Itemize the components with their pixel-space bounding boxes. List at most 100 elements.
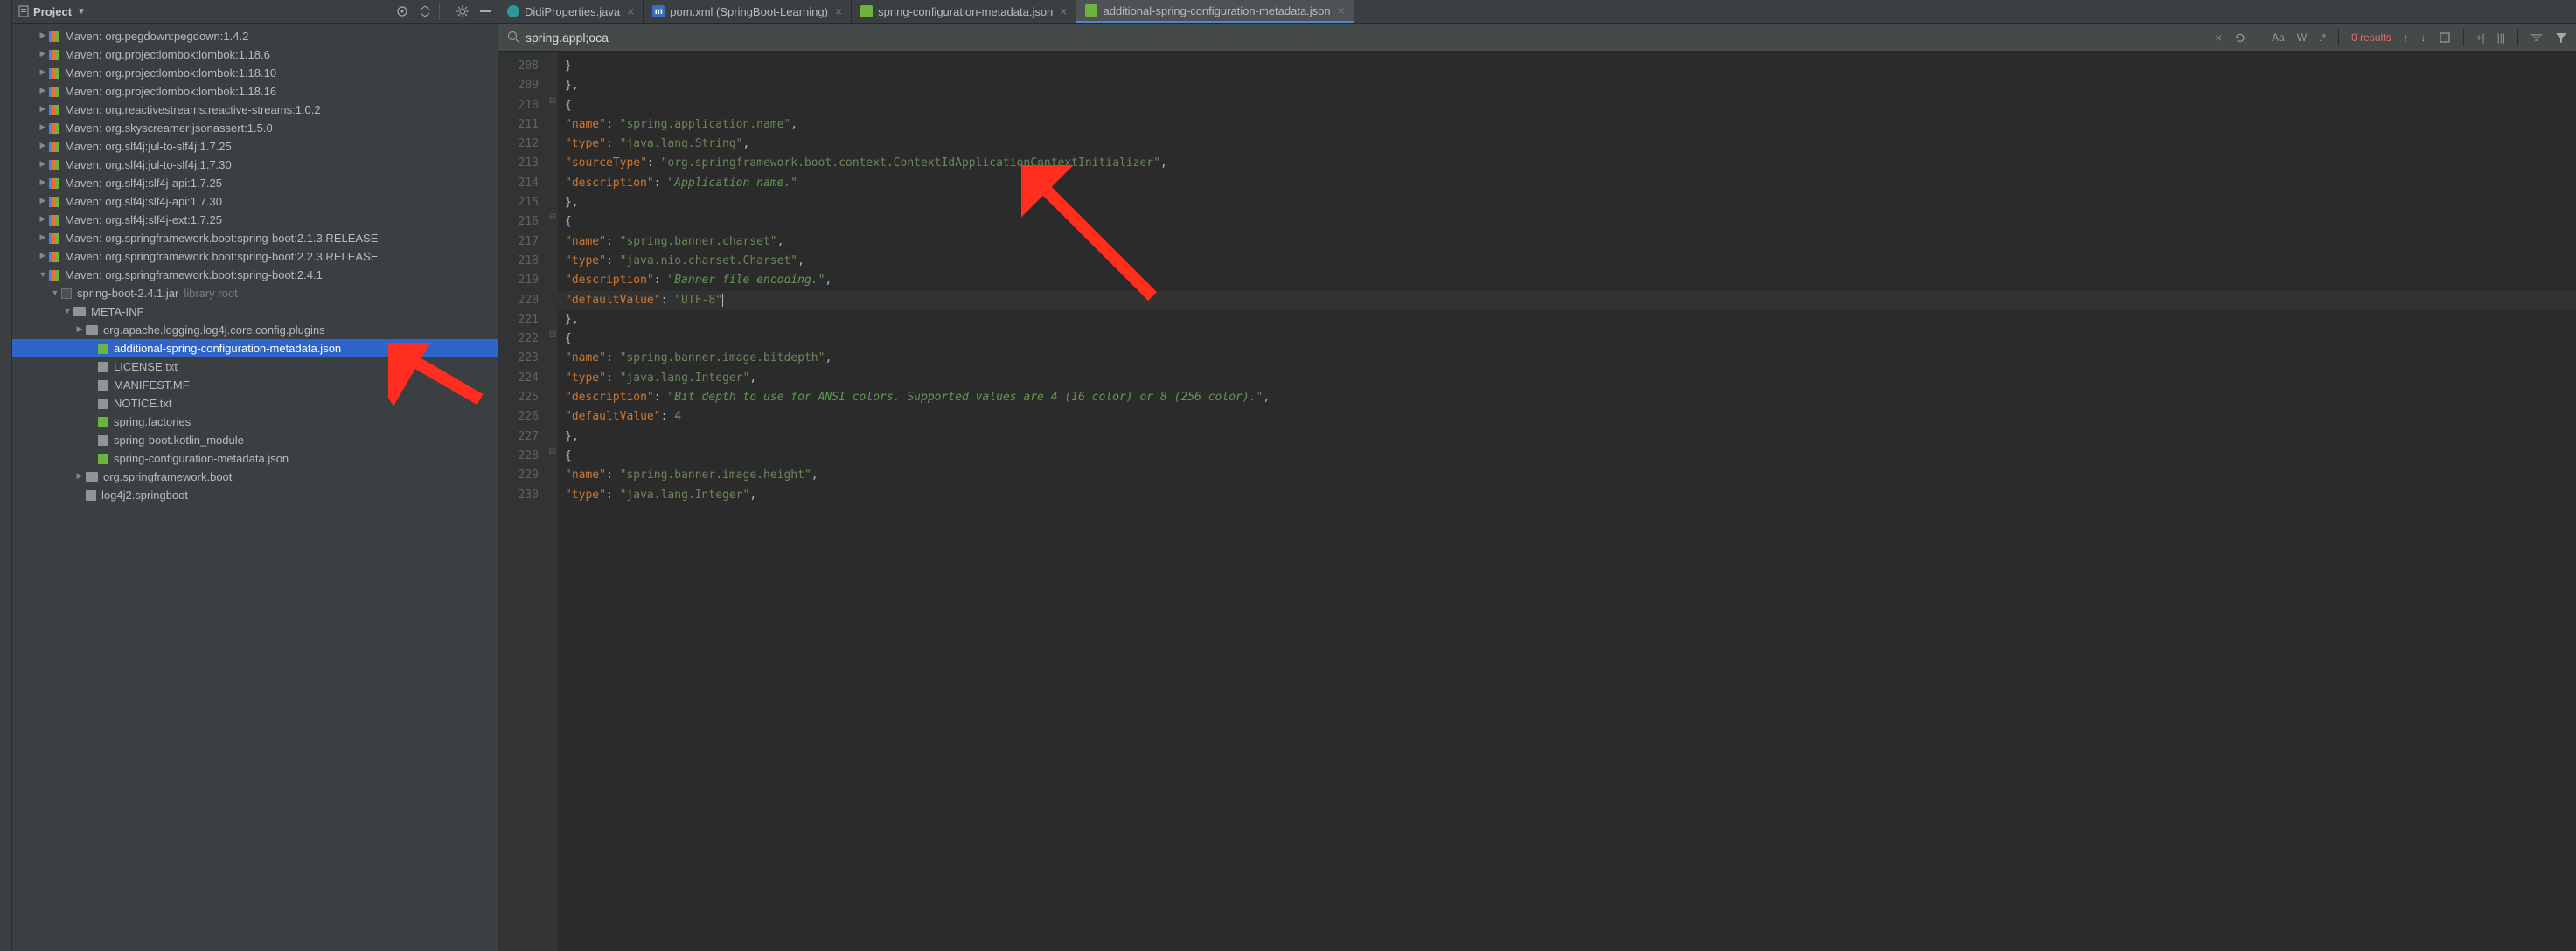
tree-row[interactable]: Maven: org.projectlombok:lombok:1.18.10 [12, 64, 498, 82]
hide-icon[interactable] [478, 4, 492, 18]
expand-arrow-icon[interactable] [37, 270, 49, 279]
tree-row[interactable]: spring-boot.kotlin_module [12, 431, 498, 449]
line-number[interactable]: 210 [498, 96, 539, 115]
tree-row[interactable]: Maven: org.springframework.boot:spring-b… [12, 247, 498, 266]
code-line[interactable]: { [558, 447, 2576, 466]
editor-tab[interactable]: mpom.xml (SpringBoot-Learning)× [644, 0, 852, 23]
expand-arrow-icon[interactable] [37, 159, 49, 169]
expand-arrow-icon[interactable] [37, 141, 49, 150]
line-number[interactable]: 218 [498, 252, 539, 271]
close-tab-icon[interactable]: × [1338, 3, 1345, 17]
code-line[interactable]: { [558, 330, 2576, 349]
line-number[interactable]: 209 [498, 76, 539, 95]
line-number[interactable]: 212 [498, 135, 539, 154]
code-line[interactable]: "name": "spring.application.name", [558, 115, 2576, 135]
line-number[interactable]: 216 [498, 212, 539, 232]
panel-title[interactable]: Project [33, 5, 72, 18]
code-line[interactable]: "name": "spring.banner.charset", [558, 233, 2576, 252]
tree-row[interactable]: Maven: org.slf4j:slf4j-api:1.7.30 [12, 192, 498, 211]
tree-row[interactable]: Maven: org.skyscreamer:jsonassert:1.5.0 [12, 119, 498, 137]
chevron-down-icon[interactable]: ▼ [77, 7, 86, 17]
code-line[interactable]: }, [558, 310, 2576, 330]
line-number[interactable]: 217 [498, 233, 539, 252]
expand-all-icon[interactable] [418, 4, 432, 18]
tree-row[interactable]: Maven: org.slf4j:slf4j-api:1.7.25 [12, 174, 498, 192]
tree-row[interactable]: Maven: org.springframework.boot:spring-b… [12, 229, 498, 247]
code-line[interactable]: "type": "java.lang.Integer", [558, 486, 2576, 505]
code-line[interactable]: { [558, 96, 2576, 115]
tree-row[interactable]: spring-configuration-metadata.json [12, 449, 498, 468]
expand-arrow-icon[interactable] [37, 214, 49, 224]
tree-row[interactable]: spring.factories [12, 413, 498, 431]
editor-tab[interactable]: DidiProperties.java× [498, 0, 644, 23]
tree-row[interactable]: Maven: org.slf4j:slf4j-ext:1.7.25 [12, 211, 498, 229]
line-number[interactable]: 229 [498, 466, 539, 485]
line-number[interactable]: 225 [498, 388, 539, 407]
tree-row[interactable]: Maven: org.reactivestreams:reactive-stre… [12, 101, 498, 119]
code-line[interactable]: "defaultValue": 4 [558, 407, 2576, 427]
expand-arrow-icon[interactable] [37, 49, 49, 59]
line-number[interactable]: 227 [498, 427, 539, 447]
editor-tab[interactable]: additional-spring-configuration-metadata… [1076, 0, 1354, 23]
add-selection-icon[interactable]: +| [2476, 31, 2485, 44]
code-line[interactable]: "type": "java.lang.Integer", [558, 369, 2576, 388]
line-number[interactable]: 223 [498, 349, 539, 368]
filter-settings-icon[interactable] [2531, 31, 2543, 44]
gear-icon[interactable] [456, 4, 470, 18]
prev-match-icon[interactable]: ↑ [2404, 31, 2409, 44]
tree-row[interactable]: Maven: org.springframework.boot:spring-b… [12, 266, 498, 284]
expand-arrow-icon[interactable] [37, 67, 49, 77]
line-number[interactable]: 219 [498, 271, 539, 290]
tree-row[interactable]: MANIFEST.MF [12, 376, 498, 394]
fold-gutter[interactable]: ⊟⊟⊟⊟ [547, 52, 558, 951]
filter-icon[interactable] [2555, 31, 2567, 44]
code-line[interactable]: "name": "spring.banner.image.bitdepth", [558, 349, 2576, 368]
expand-arrow-icon[interactable] [37, 104, 49, 114]
code-editor[interactable]: } }, { "name": "spring.application.name"… [558, 52, 2576, 951]
project-tree[interactable]: Maven: org.pegdown:pegdown:1.4.2Maven: o… [12, 24, 498, 951]
code-line[interactable]: "type": "java.nio.charset.Charset", [558, 252, 2576, 271]
next-match-icon[interactable]: ↓ [2421, 31, 2426, 44]
tree-row[interactable]: Maven: org.projectlombok:lombok:1.18.6 [12, 45, 498, 64]
expand-arrow-icon[interactable] [49, 288, 61, 297]
code-line[interactable]: }, [558, 76, 2576, 95]
select-opened-file-icon[interactable] [395, 4, 409, 18]
select-all-icon[interactable] [2439, 31, 2451, 44]
tree-row[interactable]: NOTICE.txt [12, 394, 498, 413]
regex-toggle[interactable]: .* [2319, 31, 2326, 44]
clear-search-icon[interactable]: × [2215, 31, 2222, 45]
words-toggle[interactable]: W [2297, 31, 2307, 44]
expand-arrow-icon[interactable] [37, 86, 49, 95]
code-line[interactable]: "description": "Bit depth to use for ANS… [558, 388, 2576, 407]
close-tab-icon[interactable]: × [835, 4, 842, 18]
code-line[interactable]: "sourceType": "org.springframework.boot.… [558, 154, 2576, 173]
line-number[interactable]: 214 [498, 174, 539, 193]
expand-arrow-icon[interactable] [37, 177, 49, 187]
tree-row[interactable]: Maven: org.pegdown:pegdown:1.4.2 [12, 27, 498, 45]
search-history-icon[interactable] [2234, 31, 2246, 44]
line-number[interactable]: 222 [498, 330, 539, 349]
expand-arrow-icon[interactable] [37, 31, 49, 40]
expand-arrow-icon[interactable] [37, 251, 49, 260]
line-number[interactable]: 213 [498, 154, 539, 173]
line-number[interactable]: 224 [498, 369, 539, 388]
code-line[interactable]: "description": "Banner file encoding.", [558, 271, 2576, 290]
tree-row[interactable]: spring-boot-2.4.1.jarlibrary root [12, 284, 498, 302]
line-gutter[interactable]: 2082092102112122132142152162172182192202… [498, 52, 547, 951]
line-number[interactable]: 230 [498, 486, 539, 505]
tree-row[interactable]: Maven: org.projectlombok:lombok:1.18.16 [12, 82, 498, 101]
expand-arrow-icon[interactable] [37, 196, 49, 205]
tree-row[interactable]: META-INF [12, 302, 498, 321]
line-number[interactable]: 220 [498, 291, 539, 310]
select-all-occ-icon[interactable]: ||| [2497, 31, 2505, 44]
code-line[interactable]: "type": "java.lang.String", [558, 135, 2576, 154]
tree-row[interactable]: org.apache.logging.log4j.core.config.plu… [12, 321, 498, 339]
tree-row[interactable]: Maven: org.slf4j:jul-to-slf4j:1.7.25 [12, 137, 498, 156]
tree-row[interactable]: additional-spring-configuration-metadata… [12, 339, 498, 357]
tree-row[interactable]: LICENSE.txt [12, 357, 498, 376]
line-number[interactable]: 215 [498, 193, 539, 212]
expand-arrow-icon[interactable] [61, 307, 73, 316]
close-tab-icon[interactable]: × [627, 4, 634, 18]
expand-arrow-icon[interactable] [37, 233, 49, 242]
tree-row[interactable]: log4j2.springboot [12, 486, 498, 504]
